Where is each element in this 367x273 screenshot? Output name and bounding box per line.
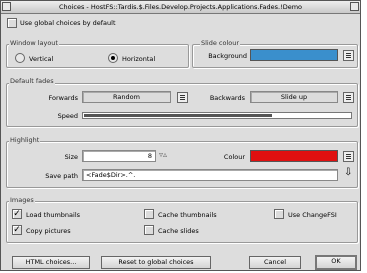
reset-to-global-button[interactable]: Reset to global choices	[101, 256, 211, 269]
title-bar[interactable]: Choices - HostFS::Tardis.$.Files.Develop…	[1, 1, 360, 14]
load-thumbnails-label: Load thumbnails	[26, 211, 81, 219]
ok-button[interactable]: OK	[315, 255, 357, 270]
cache-slides-label: Cache slides	[158, 227, 199, 235]
colour-label: Colour	[223, 153, 245, 161]
increase-arrow-icon[interactable]: ▵	[163, 150, 167, 159]
backwards-menu-icon[interactable]	[343, 92, 354, 103]
forwards-label: Forwards	[48, 94, 78, 102]
radio-vertical-label: Vertical	[29, 55, 54, 63]
background-colour-swatch[interactable]	[250, 49, 338, 61]
background-label: Background	[208, 52, 247, 60]
choices-window: Choices - HostFS::Tardis.$.Files.Develop…	[0, 0, 361, 271]
html-choices-button[interactable]: HTML choices...	[12, 256, 90, 269]
backwards-label: Backwards	[209, 94, 245, 102]
default-fades-group	[6, 83, 358, 127]
size-label: Size	[64, 153, 78, 161]
window-layout-title: Window layout	[9, 39, 59, 47]
use-changefsi-label: Use ChangeFSI	[288, 211, 337, 219]
highlight-title: Highlight	[9, 136, 41, 144]
radio-horizontal-label: Horizontal	[122, 55, 156, 63]
save-path-label: Save path	[45, 172, 78, 180]
highlight-colour-swatch[interactable]	[250, 150, 338, 162]
save-path-input[interactable]: <Fade$Dir>.^.	[82, 169, 338, 181]
copy-pictures-label: Copy pictures	[26, 227, 71, 235]
slide-colour-title: Slide colour	[200, 39, 241, 47]
toggle-size-icon[interactable]	[350, 2, 359, 11]
images-title: Images	[9, 196, 35, 204]
cache-thumbnails-checkbox[interactable]	[144, 209, 154, 219]
use-global-checkbox[interactable]	[7, 18, 17, 28]
speed-label: Speed	[57, 112, 78, 120]
forwards-display: Random	[82, 91, 171, 103]
speed-slider-fill[interactable]	[84, 114, 272, 117]
use-changefsi-checkbox[interactable]	[274, 209, 284, 219]
backwards-display: Slide up	[250, 91, 338, 103]
default-fades-title: Default fades	[9, 77, 55, 85]
copy-pictures-checkbox[interactable]: ✓	[12, 225, 22, 235]
save-drag-arrow-icon[interactable]: ⇩	[344, 167, 352, 178]
highlight-colour-menu-icon[interactable]	[343, 151, 354, 162]
speed-slider[interactable]	[82, 112, 352, 119]
forwards-menu-icon[interactable]	[177, 92, 188, 103]
images-group	[6, 201, 358, 243]
cache-thumbnails-label: Cache thumbnails	[158, 211, 217, 219]
back-icon[interactable]	[2, 2, 11, 11]
radio-vertical[interactable]	[15, 53, 25, 63]
size-input[interactable]: 8	[82, 150, 156, 162]
radio-horizontal[interactable]	[108, 53, 118, 63]
use-global-label: Use global choices by default	[20, 19, 116, 27]
background-colour-menu-icon[interactable]	[343, 50, 354, 61]
cancel-button[interactable]: Cancel	[249, 256, 301, 269]
cache-slides-checkbox[interactable]	[144, 225, 154, 235]
window-title: Choices - HostFS::Tardis.$.Files.Develop…	[58, 3, 303, 11]
load-thumbnails-checkbox[interactable]: ✓	[12, 209, 22, 219]
size-stepper[interactable]: ▿▵	[159, 150, 167, 160]
